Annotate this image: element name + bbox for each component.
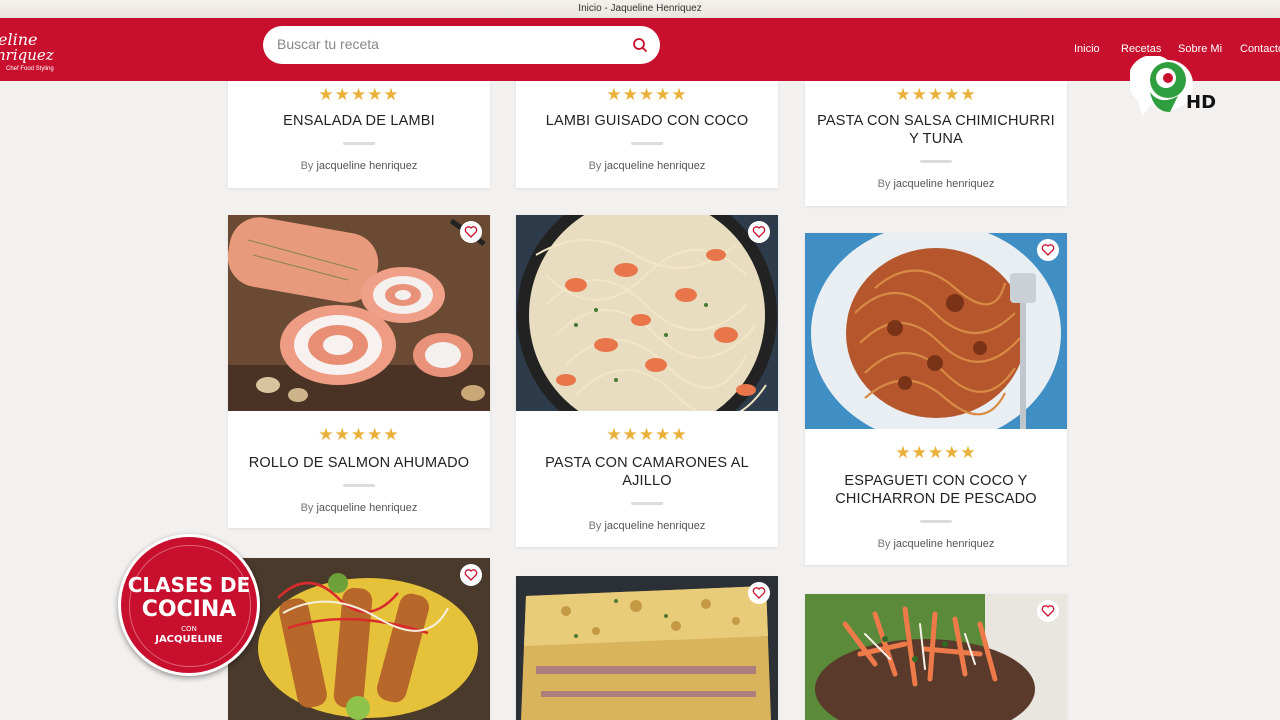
search-icon[interactable] bbox=[632, 37, 648, 53]
recipe-byline: By jacqueline henriquez bbox=[805, 178, 1067, 190]
byline-prefix: By bbox=[588, 160, 602, 172]
badge-line2: COCINA bbox=[141, 597, 237, 622]
recipe-image-salmon-roll[interactable] bbox=[228, 215, 490, 411]
recipe-image-shrimp-pasta[interactable] bbox=[516, 215, 778, 411]
rating-stars: ★★★★★ bbox=[895, 443, 977, 462]
logo-text-line2: nriquez bbox=[0, 46, 54, 64]
divider bbox=[920, 520, 952, 523]
recipe-title[interactable]: ROLLO DE SALMON AHUMADO bbox=[238, 454, 480, 472]
hd-label: HD bbox=[1186, 92, 1217, 113]
badge-line1: CLASES DE bbox=[127, 573, 251, 597]
search-bar bbox=[263, 26, 660, 64]
site-header: eline nriquez Chef Food Styling Inicio R… bbox=[0, 18, 1280, 81]
rating-stars: ★★★★★ bbox=[606, 425, 688, 444]
recipe-title[interactable]: PASTA CON CAMARONES AL AJILLO bbox=[526, 454, 768, 490]
nav-link-inicio[interactable]: Inicio bbox=[1074, 43, 1100, 55]
recipe-card[interactable]: ★★★★★ ROLLO DE SALMON AHUMADO By jacquel… bbox=[228, 215, 490, 528]
recipe-card[interactable]: ★★★★★ LAMBI GUISADO CON COCO By jacqueli… bbox=[516, 81, 778, 188]
author-link[interactable]: jacqueline henriquez bbox=[604, 520, 705, 532]
recipe-card[interactable] bbox=[516, 576, 778, 720]
divider bbox=[631, 502, 663, 505]
author-link[interactable]: jacqueline henriquez bbox=[316, 160, 417, 172]
divider bbox=[920, 160, 952, 163]
byline-prefix: By bbox=[877, 538, 891, 550]
nav-link-contacto[interactable]: Contacto bbox=[1240, 43, 1280, 55]
show-badge: CLASES DE COCINA CON JACQUELINE bbox=[118, 534, 260, 676]
recipe-card[interactable]: ★★★★★ PASTA CON SALSA CHIMICHURRI Y TUNA… bbox=[805, 81, 1067, 206]
site-logo[interactable]: eline nriquez Chef Food Styling bbox=[0, 24, 60, 76]
rating-stars: ★★★★★ bbox=[895, 85, 977, 104]
heart-icon[interactable] bbox=[460, 564, 482, 586]
recipe-byline: By jacqueline henriquez bbox=[516, 160, 778, 172]
author-link[interactable]: jacqueline henriquez bbox=[893, 178, 994, 190]
author-link[interactable]: jacqueline henriquez bbox=[316, 502, 417, 514]
heart-icon[interactable] bbox=[748, 221, 770, 243]
author-link[interactable]: jacqueline henriquez bbox=[893, 538, 994, 550]
recipe-byline: By jacqueline henriquez bbox=[805, 538, 1067, 550]
recipe-card[interactable] bbox=[228, 558, 490, 720]
heart-icon[interactable] bbox=[1037, 239, 1059, 261]
nav-link-recetas[interactable]: Recetas bbox=[1121, 43, 1161, 55]
badge-con: CON bbox=[181, 625, 197, 633]
recipe-byline: By jacqueline henriquez bbox=[228, 160, 490, 172]
recipe-card[interactable]: ★★★★★ ESPAGUETI CON COCO Y CHICHARRON DE… bbox=[805, 233, 1067, 565]
logo-tagline: Chef Food Styling bbox=[6, 66, 54, 72]
rating-stars: ★★★★★ bbox=[606, 85, 688, 104]
byline-prefix: By bbox=[300, 502, 314, 514]
recipe-byline: By jacqueline henriquez bbox=[516, 520, 778, 532]
search-input[interactable] bbox=[275, 35, 619, 53]
window-title: Inicio - Jaqueline Henriquez bbox=[0, 0, 1280, 18]
divider bbox=[631, 142, 663, 145]
heart-icon[interactable] bbox=[460, 221, 482, 243]
recipe-card[interactable] bbox=[805, 594, 1067, 720]
rating-stars: ★★★★★ bbox=[318, 85, 400, 104]
heart-icon[interactable] bbox=[748, 582, 770, 604]
divider bbox=[343, 484, 375, 487]
recipe-title[interactable]: LAMBI GUISADO CON COCO bbox=[526, 112, 768, 130]
recipe-image-fried-fish[interactable] bbox=[228, 558, 490, 720]
channel-9-logo: HD bbox=[1128, 55, 1220, 118]
byline-prefix: By bbox=[877, 178, 891, 190]
recipe-card[interactable]: ★★★★★ ENSALADA DE LAMBI By jacqueline he… bbox=[228, 81, 490, 188]
recipe-card[interactable]: ★★★★★ PASTA CON CAMARONES AL AJILLO By j… bbox=[516, 215, 778, 547]
nav-link-sobre-mi[interactable]: Sobre Mi bbox=[1178, 43, 1222, 55]
recipe-image-carrot-salad[interactable] bbox=[805, 594, 1067, 720]
recipe-title[interactable]: PASTA CON SALSA CHIMICHURRI Y TUNA bbox=[815, 112, 1057, 148]
byline-prefix: By bbox=[300, 160, 314, 172]
heart-icon[interactable] bbox=[1037, 600, 1059, 622]
recipe-image-casserole[interactable] bbox=[516, 576, 778, 720]
recipe-byline: By jacqueline henriquez bbox=[228, 502, 490, 514]
rating-stars: ★★★★★ bbox=[318, 425, 400, 444]
recipe-image-coconut-spaghetti[interactable] bbox=[805, 233, 1067, 429]
author-link[interactable]: jacqueline henriquez bbox=[604, 160, 705, 172]
badge-name: JACQUELINE bbox=[155, 634, 223, 645]
byline-prefix: By bbox=[588, 520, 602, 532]
divider bbox=[343, 142, 375, 145]
recipe-title[interactable]: ESPAGUETI CON COCO Y CHICHARRON DE PESCA… bbox=[815, 472, 1057, 508]
recipe-title[interactable]: ENSALADA DE LAMBI bbox=[238, 112, 480, 130]
